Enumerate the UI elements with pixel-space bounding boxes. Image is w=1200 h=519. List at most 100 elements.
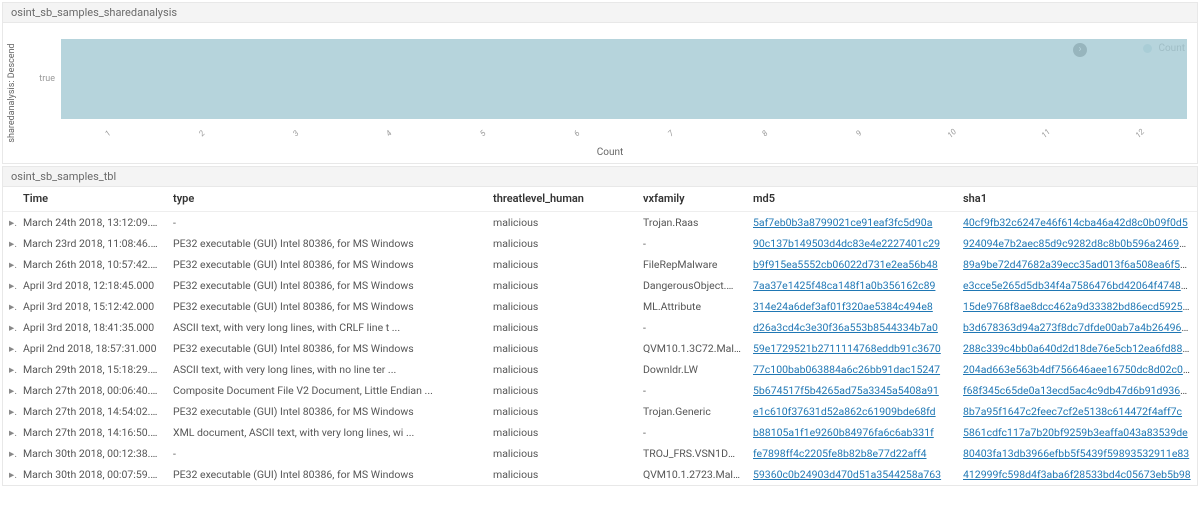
cell-sha1: 924094e7b2aec85d9c9282d8c8b0b596a24695bb — [957, 233, 1197, 254]
cell-threatlevel: malicious — [487, 233, 637, 254]
col-threatlevel[interactable]: threatlevel_human — [487, 187, 637, 212]
md5-link[interactable]: 59360c0b24903d470d51a3544258a763 — [753, 468, 941, 481]
cell-type: XML document, ASCII text, with very long… — [167, 422, 487, 443]
cell-time: March 29th 2018, 15:18:29.000 — [17, 359, 167, 380]
expand-row-icon[interactable]: ▸ — [3, 233, 17, 254]
table-row: ▸March 27th 2018, 00:06:40.000Composite … — [3, 380, 1197, 401]
sha1-link[interactable]: 5861cdfc117a7b20bf9259b3eaffa043a83539de — [963, 426, 1188, 439]
cell-type: PE32 executable (GUI) Intel 80386, for M… — [167, 233, 487, 254]
cell-threatlevel: malicious — [487, 359, 637, 380]
expand-row-icon[interactable]: ▸ — [3, 254, 17, 275]
expand-row-icon[interactable]: ▸ — [3, 317, 17, 338]
cell-threatlevel: malicious — [487, 380, 637, 401]
cell-type: PE32 executable (GUI) Intel 80386, for M… — [167, 254, 487, 275]
md5-link[interactable]: d26a3cd4c3e30f36a553b8544334b7a0 — [753, 321, 938, 334]
col-sha1[interactable]: sha1 — [957, 187, 1197, 212]
sha1-link[interactable]: 288c339c4bb0a640d2d18de76e5cb12ea6fd8818 — [963, 342, 1194, 355]
expand-row-icon[interactable]: ▸ — [3, 275, 17, 296]
cell-md5: 59e1729521b2711114768eddb91c3670 — [747, 338, 957, 359]
md5-link[interactable]: 77c100bab063884a6c26bb91dac15247 — [753, 363, 940, 376]
expand-row-icon[interactable]: ▸ — [3, 380, 17, 401]
chart-plot-area[interactable] — [61, 29, 1187, 129]
cell-time: March 30th 2018, 00:12:38.000 — [17, 443, 167, 464]
sha1-link[interactable]: e3cce5e265d5db34f4a7586476bd42064f47484e — [963, 279, 1192, 292]
md5-link[interactable]: e1c610f37631d52a862c61909bde68fd — [753, 405, 936, 418]
cell-vxfamily: FileRepMalware — [637, 254, 747, 275]
col-vxfamily[interactable]: vxfamily — [637, 187, 747, 212]
expand-row-icon[interactable]: ▸ — [3, 464, 17, 485]
cell-time: April 3rd 2018, 12:18:45.000 — [17, 275, 167, 296]
table-row: ▸April 3rd 2018, 12:18:45.000PE32 execut… — [3, 275, 1197, 296]
expand-row-icon[interactable]: ▸ — [3, 359, 17, 380]
col-type[interactable]: type — [167, 187, 487, 212]
md5-link[interactable]: fe7898ff4c2205fe8b82b8e77d22aff4 — [753, 447, 927, 460]
sha1-link[interactable]: 89a9be72d47682a39ecc35ad013f6a508ea6f57b — [963, 258, 1192, 271]
md5-link[interactable]: 314e24a6def3af01f320ae5384c494e8 — [753, 300, 933, 313]
expand-row-icon[interactable]: ▸ — [3, 296, 17, 317]
table-row: ▸April 3rd 2018, 15:12:42.000PE32 execut… — [3, 296, 1197, 317]
table-row: ▸March 27th 2018, 14:16:50.000XML docume… — [3, 422, 1197, 443]
cell-md5: 5b674517f5b4265ad75a3345a5408a91 — [747, 380, 957, 401]
cell-vxfamily: - — [637, 422, 747, 443]
expand-row-icon[interactable]: ▸ — [3, 401, 17, 422]
chart-panel: osint_sb_samples_sharedanalysis sharedan… — [2, 2, 1198, 164]
cell-time: April 2nd 2018, 18:57:31.000 — [17, 338, 167, 359]
cell-type: ASCII text, with very long lines, with C… — [167, 317, 487, 338]
cell-time: March 23rd 2018, 11:08:46.000 — [17, 233, 167, 254]
cell-sha1: 40cf9fb32c6247e46f614cba46a42d8c0b09f0d5 — [957, 212, 1197, 234]
md5-link[interactable]: b88105a1f1e9260b84976fa6c6ab331f — [753, 426, 934, 439]
md5-link[interactable]: 7aa37e1425f48ca148f1a0b356162c89 — [753, 279, 935, 292]
cell-threatlevel: malicious — [487, 401, 637, 422]
col-time[interactable]: Time — [17, 187, 167, 212]
md5-link[interactable]: 59e1729521b2711114768eddb91c3670 — [753, 342, 941, 355]
expand-row-icon[interactable]: ▸ — [3, 422, 17, 443]
cell-type: - — [167, 212, 487, 234]
cell-md5: 5af7eb0b3a8799021ce91eaf3fc5d90a — [747, 212, 957, 234]
chart-x-axis-label: Count — [33, 147, 1187, 158]
sha1-link[interactable]: 80403fa13db3966efbb5f5439f59893532911e83 — [963, 447, 1189, 460]
sha1-link[interactable]: 40cf9fb32c6247e46f614cba46a42d8c0b09f0d5 — [963, 216, 1188, 229]
sha1-link[interactable]: 924094e7b2aec85d9c9282d8c8b0b596a24695bb — [963, 237, 1197, 250]
chart-y-axis-label: sharedanalysis: Descend — [7, 43, 17, 142]
cell-vxfamily: QVM10.1.2723.Malware — [637, 464, 747, 485]
expand-row-icon[interactable]: ▸ — [3, 212, 17, 234]
sha1-link[interactable]: 412999fc598d4f3aba6f28533bd4c05673eb5b98 — [963, 468, 1191, 481]
md5-link[interactable]: 90c137b149503d4dc83e4e2227401c29 — [753, 237, 940, 250]
cell-threatlevel: malicious — [487, 254, 637, 275]
cell-threatlevel: malicious — [487, 317, 637, 338]
cell-time: March 27th 2018, 14:54:02.000 — [17, 401, 167, 422]
cell-type: PE32 executable (GUI) Intel 80386, for M… — [167, 401, 487, 422]
table-row: ▸April 2nd 2018, 18:57:31.000PE32 execut… — [3, 338, 1197, 359]
cell-time: April 3rd 2018, 18:41:35.000 — [17, 317, 167, 338]
table-panel-title: osint_sb_samples_tbl — [3, 167, 1197, 187]
cell-vxfamily: DangerousObject.Multi — [637, 275, 747, 296]
chart-panel-title: osint_sb_samples_sharedanalysis — [3, 3, 1197, 23]
sha1-link[interactable]: b3d678363d94a273f8dc7dfde00ab7a4b26496ba — [963, 321, 1193, 334]
chart-area: sharedanalysis: Descend › Count true 123… — [3, 23, 1197, 163]
md5-link[interactable]: 5af7eb0b3a8799021ce91eaf3fc5d90a — [753, 216, 932, 229]
md5-link[interactable]: 5b674517f5b4265ad75a3345a5408a91 — [753, 384, 939, 397]
expand-row-icon[interactable]: ▸ — [3, 443, 17, 464]
cell-time: April 3rd 2018, 15:12:42.000 — [17, 296, 167, 317]
sha1-link[interactable]: 15de9768f8ae8dcc462a9d33382bd86ecd5925ac — [963, 300, 1194, 313]
cell-sha1: f68f345c65de0a13ecd5ac4c9db47d6b91d93602 — [957, 380, 1197, 401]
table-body: ▸March 24th 2018, 13:12:09.000-malicious… — [3, 212, 1197, 486]
sha1-link[interactable]: f68f345c65de0a13ecd5ac4c9db47d6b91d93602 — [963, 384, 1192, 397]
expand-row-icon[interactable]: ▸ — [3, 338, 17, 359]
sha1-link[interactable]: 204ad663e563b4df756646aee16750dc8d02c073 — [963, 363, 1195, 376]
cell-sha1: b3d678363d94a273f8dc7dfde00ab7a4b26496ba — [957, 317, 1197, 338]
col-expand — [3, 187, 17, 212]
cell-time: March 26th 2018, 10:57:42.000 — [17, 254, 167, 275]
cell-type: - — [167, 443, 487, 464]
chart-y-tick: true — [33, 29, 61, 129]
table-row: ▸March 29th 2018, 15:18:29.000ASCII text… — [3, 359, 1197, 380]
cell-type: Composite Document File V2 Document, Lit… — [167, 380, 487, 401]
cell-sha1: 5861cdfc117a7b20bf9259b3eaffa043a83539de — [957, 422, 1197, 443]
table-header-row: Time type threatlevel_human vxfamily md5… — [3, 187, 1197, 212]
cell-sha1: 288c339c4bb0a640d2d18de76e5cb12ea6fd8818 — [957, 338, 1197, 359]
md5-link[interactable]: b9f915ea5552cb06022d731e2ea56b48 — [753, 258, 938, 271]
sha1-link[interactable]: 8b7a95f1647c2feec7cf2e5138c614472f4aff7c — [963, 405, 1182, 418]
cell-sha1: 204ad663e563b4df756646aee16750dc8d02c073 — [957, 359, 1197, 380]
col-md5[interactable]: md5 — [747, 187, 957, 212]
cell-type: PE32 executable (GUI) Intel 80386, for M… — [167, 296, 487, 317]
